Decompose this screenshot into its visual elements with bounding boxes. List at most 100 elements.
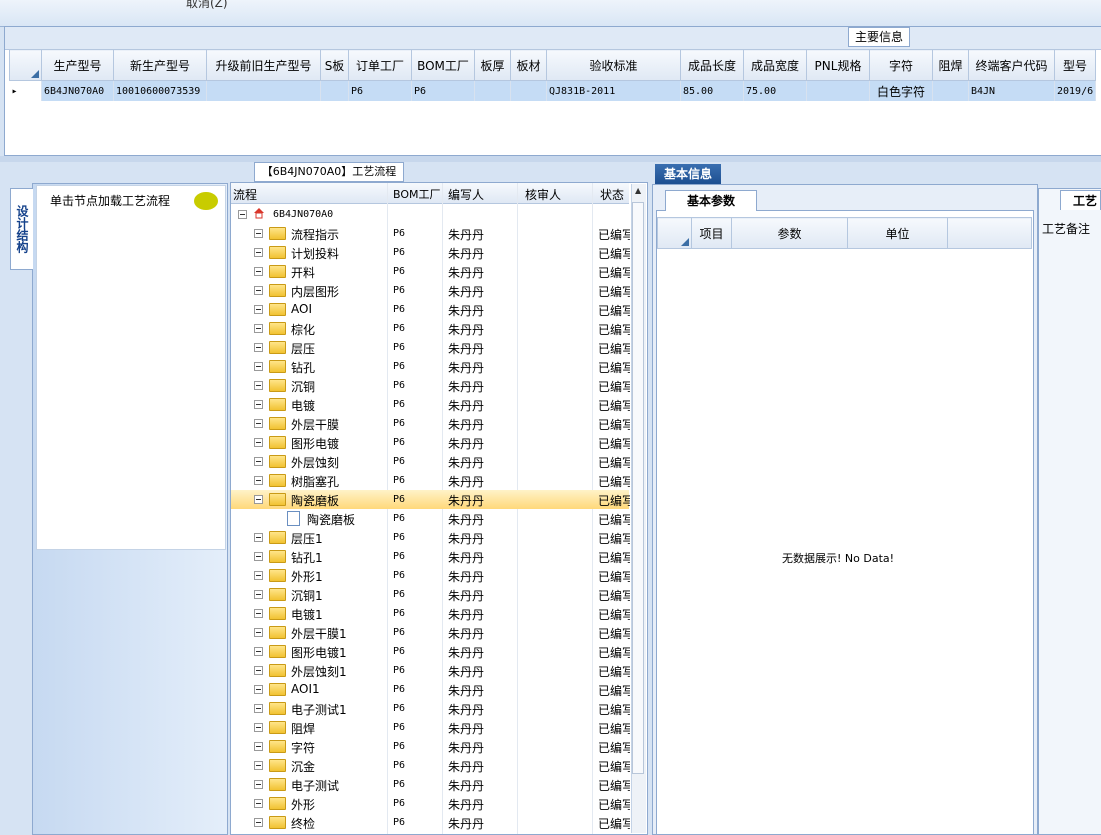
tree-node[interactable]: 内层图形 P6 朱丹丹 已编写 — [231, 281, 630, 300]
expand-icon[interactable] — [254, 457, 263, 466]
col-header[interactable]: 生产型号 — [41, 49, 114, 81]
expand-icon[interactable] — [254, 609, 263, 618]
tree-node[interactable]: 图形电镀 P6 朱丹丹 已编写 — [231, 433, 630, 452]
expand-icon[interactable] — [254, 818, 263, 827]
tree-node[interactable]: 层压 P6 朱丹丹 已编写 — [231, 338, 630, 357]
expand-icon[interactable] — [254, 647, 263, 656]
col-header[interactable]: 终端客户代码 — [968, 49, 1055, 81]
tree-node[interactable]: 外形1 P6 朱丹丹 已编写 — [231, 566, 630, 585]
tree-node[interactable]: 电镀1 P6 朱丹丹 已编写 — [231, 604, 630, 623]
col-header-param[interactable]: 参数 — [731, 217, 848, 249]
tree-node[interactable]: 陶瓷磨板 P6 朱丹丹 已编写 — [231, 490, 630, 509]
craft-tab[interactable]: 工艺 — [1060, 190, 1101, 210]
col-header-unit[interactable]: 单位 — [847, 217, 948, 249]
expand-icon[interactable] — [254, 666, 263, 675]
expand-icon[interactable] — [254, 685, 263, 694]
table-cell[interactable]: 白色字符 — [869, 80, 933, 101]
process-scroll-thumb[interactable] — [632, 202, 644, 774]
scroll-up-icon[interactable]: ▲ — [635, 186, 641, 195]
col-header[interactable]: 板厚 — [474, 49, 511, 81]
col-header[interactable]: 订单工厂 — [348, 49, 412, 81]
tree-node[interactable]: 电镀 P6 朱丹丹 已编写 — [231, 395, 630, 414]
table-cell[interactable]: B4JN — [968, 80, 1055, 101]
expand-icon[interactable] — [254, 248, 263, 257]
table-cell[interactable]: P6 — [348, 80, 412, 101]
tree-node[interactable]: 沉金 P6 朱丹丹 已编写 — [231, 756, 630, 775]
tree-node[interactable]: 棕化 P6 朱丹丹 已编写 — [231, 319, 630, 338]
col-header[interactable]: 成品长度 — [680, 49, 744, 81]
table-cell[interactable]: 2019/6 — [1054, 80, 1097, 101]
tree-node[interactable]: 层压1 P6 朱丹丹 已编写 — [231, 528, 630, 547]
horizontal-splitter[interactable] — [0, 156, 1101, 162]
expand-icon[interactable] — [254, 628, 263, 637]
tree-node[interactable]: 沉铜1 P6 朱丹丹 已编写 — [231, 585, 630, 604]
tree-node[interactable]: 外形 P6 朱丹丹 已编写 — [231, 794, 630, 813]
col-header[interactable]: 型号 — [1053, 49, 1097, 81]
col-header[interactable]: 验收标准 — [546, 49, 681, 81]
table-cell[interactable] — [320, 80, 349, 101]
basic-info-tab[interactable]: 基本信息 — [655, 164, 721, 184]
expand-icon[interactable] — [254, 723, 263, 732]
col-header-editor[interactable]: 编写人 — [448, 186, 484, 203]
tree-node[interactable]: 电子测试1 P6 朱丹丹 已编写 — [231, 699, 630, 718]
tree-node[interactable]: 图形电镀1 P6 朱丹丹 已编写 — [231, 642, 630, 661]
tree-node[interactable]: 钻孔1 P6 朱丹丹 已编写 — [231, 547, 630, 566]
collapse-icon[interactable] — [238, 210, 247, 219]
table-cell[interactable] — [806, 80, 870, 101]
tree-node[interactable]: 终检 P6 朱丹丹 已编写 — [231, 813, 630, 832]
col-header[interactable]: 新生产型号 — [113, 49, 207, 81]
tree-node[interactable]: 字符 P6 朱丹丹 已编写 — [231, 737, 630, 756]
expand-icon[interactable] — [254, 438, 263, 447]
grid-corner[interactable] — [657, 217, 692, 249]
table-cell[interactable] — [206, 80, 321, 101]
col-header-reviewer[interactable]: 核审人 — [525, 186, 561, 203]
tree-node[interactable]: 外层蚀刻1 P6 朱丹丹 已编写 — [231, 661, 630, 680]
tree-node[interactable]: 电子测试 P6 朱丹丹 已编写 — [231, 775, 630, 794]
expand-icon[interactable] — [254, 761, 263, 770]
expand-icon[interactable] — [254, 495, 263, 504]
table-row[interactable]: ▸ 6B4JN070A0 10010600073539 P6 P6 QJ831B-2011… — [9, 80, 1097, 101]
table-cell[interactable]: 6B4JN070A0 — [41, 80, 114, 101]
tree-node[interactable]: 计划投料 P6 朱丹丹 已编写 — [231, 243, 630, 262]
tree-root-node[interactable]: 6B4JN070A0 — [231, 205, 629, 224]
table-cell[interactable] — [510, 80, 547, 101]
tree-node[interactable]: 沉铜 P6 朱丹丹 已编写 — [231, 376, 630, 395]
expand-icon[interactable] — [254, 590, 263, 599]
col-header-item[interactable]: 项目 — [691, 217, 732, 249]
tree-node[interactable]: 外层蚀刻 P6 朱丹丹 已编写 — [231, 452, 630, 471]
expand-icon[interactable] — [254, 419, 263, 428]
expand-icon[interactable] — [254, 799, 263, 808]
table-cell[interactable] — [474, 80, 511, 101]
tree-node[interactable]: AOI1 P6 朱丹丹 已编写 — [231, 680, 630, 699]
col-header[interactable]: BOM工厂 — [411, 49, 475, 81]
expand-icon[interactable] — [254, 267, 263, 276]
expand-icon[interactable] — [254, 571, 263, 580]
table-cell[interactable]: 85.00 — [680, 80, 744, 101]
col-header[interactable]: 阻焊 — [932, 49, 969, 81]
col-header[interactable]: 字符 — [869, 49, 933, 81]
col-header[interactable]: S板 — [320, 49, 349, 81]
col-header[interactable]: 板材 — [510, 49, 547, 81]
tree-node[interactable]: 阻焊 P6 朱丹丹 已编写 — [231, 718, 630, 737]
expand-icon[interactable] — [254, 324, 263, 333]
tree-leaf-node[interactable]: 陶瓷磨板 P6 朱丹丹 已编写 — [231, 509, 630, 528]
grid-corner[interactable] — [9, 49, 42, 81]
table-cell[interactable]: 10010600073539 — [113, 80, 207, 101]
col-header[interactable]: 成品宽度 — [743, 49, 807, 81]
expand-icon[interactable] — [254, 362, 263, 371]
tree-node[interactable]: AOI P6 朱丹丹 已编写 — [231, 300, 630, 319]
tree-node[interactable]: 树脂塞孔 P6 朱丹丹 已编写 — [231, 471, 630, 490]
cancel-button[interactable]: 取消(Z) — [186, 0, 228, 11]
expand-icon[interactable] — [254, 229, 263, 238]
design-structure-tab[interactable]: 设计结构 — [10, 188, 33, 270]
expand-icon[interactable] — [254, 400, 263, 409]
tree-node[interactable]: 流程指示 P6 朱丹丹 已编写 — [231, 224, 630, 243]
table-cell[interactable]: 75.00 — [743, 80, 807, 101]
expand-icon[interactable] — [254, 381, 263, 390]
tree-node[interactable]: 外层干膜 P6 朱丹丹 已编写 — [231, 414, 630, 433]
table-cell[interactable] — [932, 80, 969, 101]
expand-icon[interactable] — [254, 305, 263, 314]
expand-icon[interactable] — [254, 286, 263, 295]
col-header[interactable]: 升级前旧生产型号 — [206, 49, 321, 81]
col-header[interactable]: PNL规格 — [806, 49, 870, 81]
